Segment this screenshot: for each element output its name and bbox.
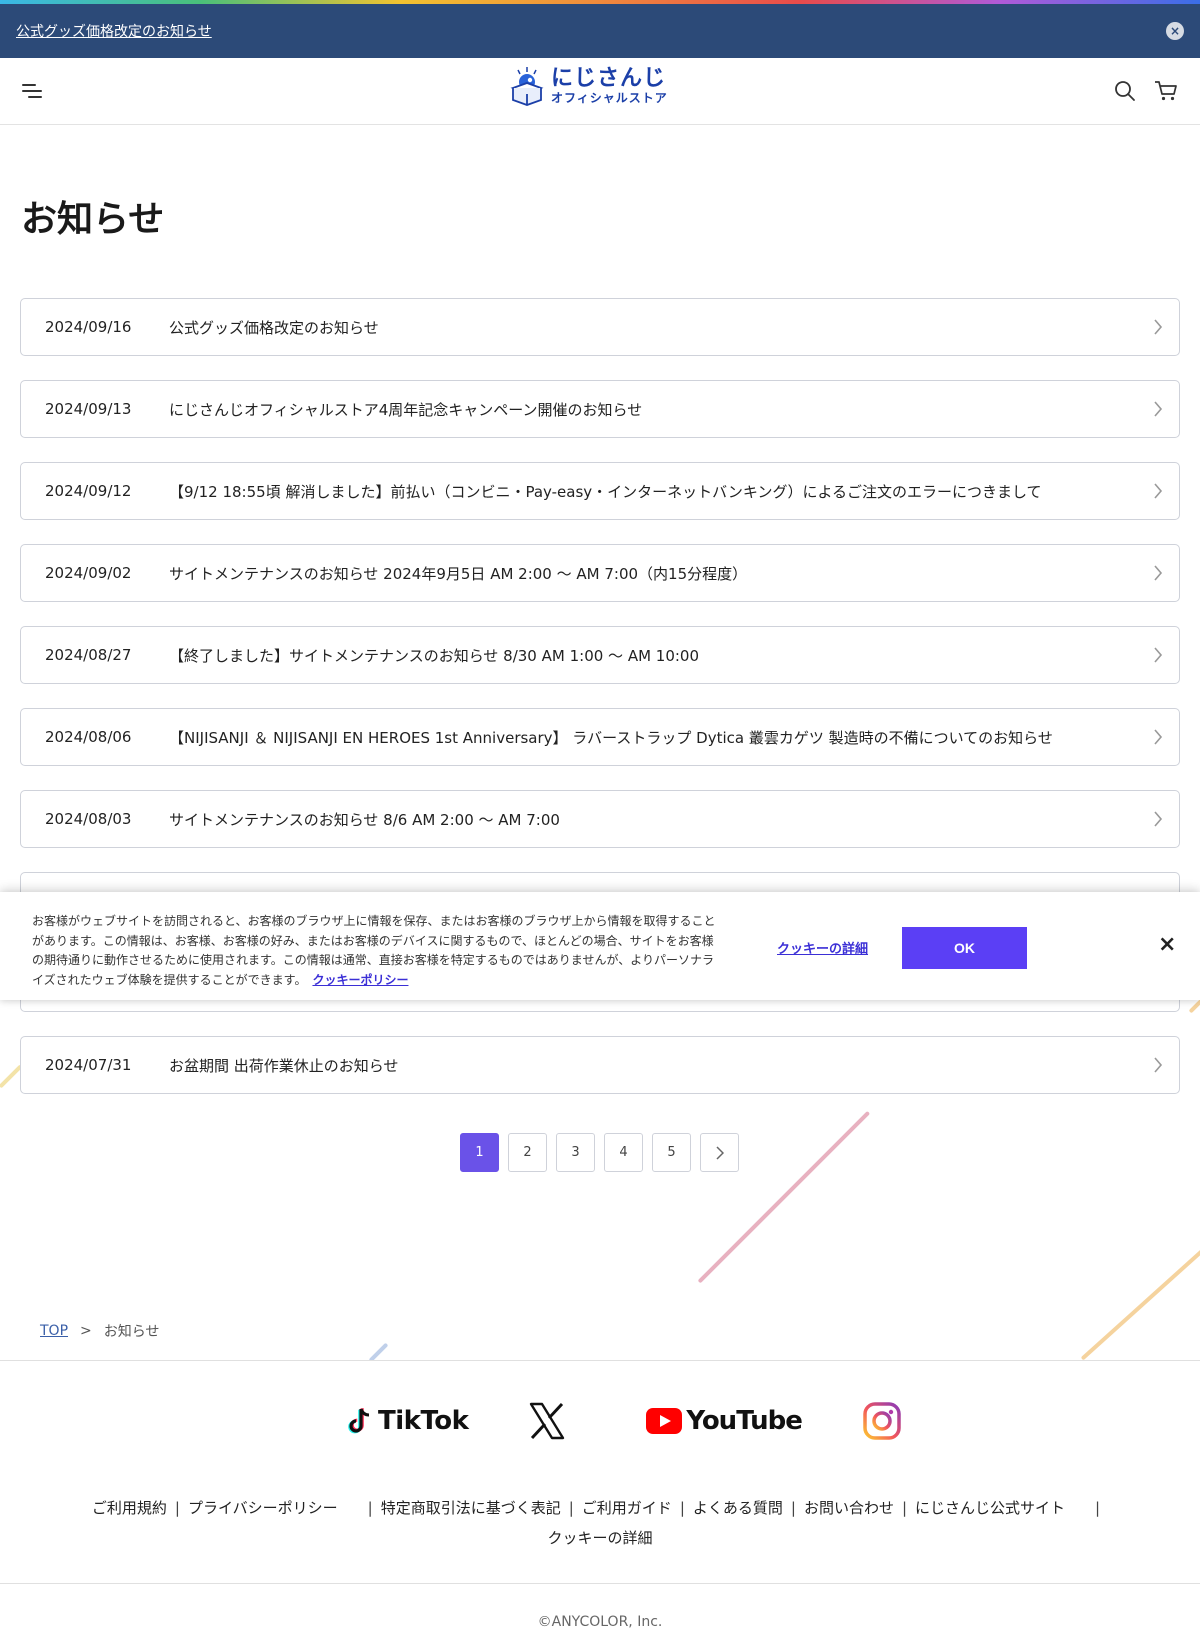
cookie-close-icon[interactable]: × [1158,932,1176,957]
news-row[interactable]: 2024/08/03 サイトメンテナンスのお知らせ 8/6 AM 2:00 ～ … [20,790,1180,848]
footer-link-faq[interactable]: よくある質問 [693,1493,783,1523]
logo-title: にじさんじ [551,66,667,91]
footer-link-separator: | [367,1499,373,1517]
logo-subtitle: オフィシャルストア [551,91,668,105]
news-title: にじさんじオフィシャルストア4周年記念キャンペーン開催のお知らせ [169,400,643,419]
tiktok-icon [348,1408,370,1434]
page-button-4[interactable]: 4 [604,1133,643,1172]
footer-link-terms[interactable]: ご利用規約 [92,1493,167,1523]
page-button-2[interactable]: 2 [508,1133,547,1172]
chevron-right-icon [1154,1057,1163,1073]
news-row[interactable]: 2024/09/12 【9/12 18:55頃 解消しました】前払い（コンビニ・… [20,462,1180,520]
cookie-policy-link[interactable]: クッキーポリシー [312,973,408,987]
news-row[interactable]: 2024/08/06 【NIJISANJI ＆ NIJISANJI EN HER… [20,708,1180,766]
chevron-right-icon [1154,647,1163,663]
x-icon [530,1402,565,1440]
footer-divider [0,1583,1200,1584]
site-logo[interactable]: にじさんじ オフィシャルストア [509,66,668,106]
footer-link-separator: | [1095,1499,1101,1517]
site-header: にじさんじ オフィシャルストア [0,58,1200,125]
site-footer: TikTok YouTube ご利用規約 | プライバシーポリシー | 特定商取… [0,1360,1200,1651]
youtube-wordmark: YouTube [686,1406,802,1436]
chevron-right-icon [1154,401,1163,417]
news-date: 2024/09/12 [45,482,132,500]
tiktok-wordmark: TikTok [378,1406,469,1436]
cookie-details-link[interactable]: クッキーの詳細 [777,938,868,957]
news-row[interactable]: 2024/09/16 公式グッズ価格改定のお知らせ [20,298,1180,356]
news-date: 2024/08/06 [45,728,132,746]
search-icon[interactable] [1114,80,1136,102]
news-date: 2024/09/02 [45,564,132,582]
decorative-line [1080,1230,1200,1361]
footer-link-cookie-details[interactable]: クッキーの詳細 [547,1523,652,1553]
footer-link-contact[interactable]: お問い合わせ [804,1493,894,1523]
news-title: 【9/12 18:55頃 解消しました】前払い（コンビニ・Pay-easy・イン… [169,482,1042,501]
x-link[interactable] [528,1402,566,1440]
news-row[interactable]: 2024/08/27 【終了しました】サイトメンテナンスのお知らせ 8/30 A… [20,626,1180,684]
news-date: 2024/08/27 [45,646,132,664]
social-links: TikTok YouTube [348,1401,902,1441]
cart-icon[interactable] [1154,80,1178,102]
footer-link-guide[interactable]: ご利用ガイド [582,1493,672,1523]
footer-link-privacy[interactable]: プライバシーポリシー [188,1493,338,1523]
tiktok-link[interactable]: TikTok [348,1406,469,1436]
footer-link-separator: | [790,1499,796,1517]
page-button-5[interactable]: 5 [652,1133,691,1172]
footer-link-official-site[interactable]: にじさんじ公式サイト [915,1493,1065,1523]
announcement-link[interactable]: 公式グッズ価格改定のお知らせ [16,21,212,41]
cookie-consent-banner: お客様がウェブサイトを訪問されると、お客様のブラウザ上に情報を保存、またはお客様… [0,892,1200,1000]
cookie-consent-text: お客様がウェブサイトを訪問されると、お客様のブラウザ上に情報を保存、またはお客様… [32,912,722,990]
news-row[interactable]: 2024/09/13 にじさんじオフィシャルストア4周年記念キャンペーン開催のお… [20,380,1180,438]
news-title: 【NIJISANJI ＆ NIJISANJI EN HEROES 1st Ann… [169,728,1053,747]
news-title: 【終了しました】サイトメンテナンスのお知らせ 8/30 AM 1:00 ～ AM… [169,646,700,665]
footer-links: ご利用規約 | プライバシーポリシー | 特定商取引法に基づく表記 | ご利用ガイド | よくあ… [0,1493,1200,1553]
news-title: サイトメンテナンスのお知らせ 2024年9月5日 AM 2:00 ～ AM 7:… [169,564,748,583]
news-date: 2024/07/31 [45,1056,132,1074]
breadcrumb-separator: > [80,1323,92,1339]
chevron-right-icon [1154,811,1163,827]
youtube-link[interactable]: YouTube [646,1406,803,1436]
instagram-icon [863,1402,901,1440]
footer-link-separator: | [901,1499,908,1517]
news-row[interactable]: 2024/07/31 お盆期間 出荷作業休止のお知らせ [20,1036,1180,1094]
news-title: 公式グッズ価格改定のお知らせ [169,318,379,337]
pagination: 1 2 3 4 5 [460,1133,739,1172]
breadcrumb-current: お知らせ [103,1324,160,1340]
footer-link-separator: | [174,1499,180,1517]
chevron-right-icon [1154,319,1163,335]
logo-mascot-icon [510,67,544,106]
chevron-right-icon [1154,483,1163,499]
cookie-ok-button[interactable]: OK [902,927,1027,969]
news-date: 2024/08/03 [45,810,132,828]
news-date: 2024/09/13 [45,400,132,418]
page-button-1[interactable]: 1 [460,1133,499,1172]
footer-link-separator: | [568,1499,574,1517]
instagram-link[interactable] [862,1401,902,1441]
chevron-right-icon [1154,729,1163,745]
menu-icon[interactable] [22,81,46,101]
footer-link-separator: | [679,1499,685,1517]
breadcrumb-top-link[interactable]: TOP [40,1323,68,1339]
page-title: お知らせ [21,199,165,240]
announcement-close-icon[interactable]: × [1166,22,1184,40]
news-date: 2024/09/16 [45,318,132,336]
page-button-3[interactable]: 3 [556,1133,595,1172]
youtube-icon [646,1408,683,1434]
copyright: ©ANYCOLOR, Inc. [537,1614,663,1630]
news-row[interactable]: 2024/09/02 サイトメンテナンスのお知らせ 2024年9月5日 AM 2… [20,544,1180,602]
news-title: サイトメンテナンスのお知らせ 8/6 AM 2:00 ～ AM 7:00 [169,810,560,829]
announcement-bar: 公式グッズ価格改定のお知らせ × [0,4,1200,58]
next-page-button[interactable] [700,1133,739,1172]
footer-link-tokushoho[interactable]: 特定商取引法に基づく表記 [381,1493,561,1523]
news-title: お盆期間 出荷作業休止のお知らせ [169,1056,399,1075]
chevron-right-icon [1154,565,1163,581]
breadcrumb: TOP > お知らせ [40,1321,159,1341]
chevron-right-icon [715,1145,724,1160]
